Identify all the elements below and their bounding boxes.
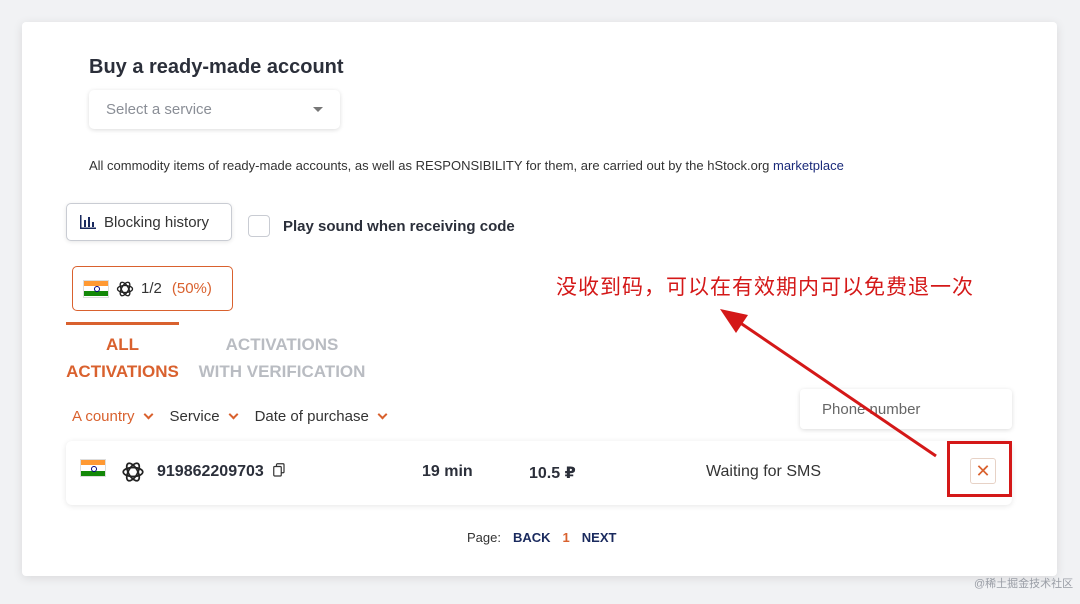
table-row: 919862209703 19 min 10.5 ₽ Waiting for S… xyxy=(66,441,1012,505)
copy-icon[interactable] xyxy=(273,463,285,477)
openai-icon xyxy=(116,281,134,296)
chevron-down-icon xyxy=(228,409,239,420)
stats-percent: (50%) xyxy=(171,280,212,297)
chevron-down-icon xyxy=(143,409,153,420)
filter-date-label: Date of purchase xyxy=(254,408,369,425)
filter-date-of-purchase[interactable]: Date of purchase xyxy=(254,408,388,425)
activation-phone-number: 919862209703 xyxy=(157,463,264,480)
blocking-history-button[interactable]: Blocking history xyxy=(66,203,232,241)
play-sound-checkbox[interactable] xyxy=(248,215,270,237)
bar-chart-icon xyxy=(80,215,96,229)
pagination-back[interactable]: BACK xyxy=(513,530,551,545)
tab-activations-with-verification[interactable]: ACTIVATIONS WITH VERIFICATION xyxy=(194,325,370,385)
tab-all-line1: ALL xyxy=(105,335,140,354)
filter-country-label: A country xyxy=(72,408,135,425)
disclaimer-text: All commodity items of ready-made accoun… xyxy=(89,158,773,173)
caret-down-icon xyxy=(313,107,323,112)
tab-ver-line2: WITH VERIFICATION xyxy=(198,362,366,381)
tab-ver-line1: ACTIVATIONS xyxy=(225,335,339,354)
filter-bar: A country Service Date of purchase xyxy=(72,408,388,425)
india-flag-icon xyxy=(83,279,109,298)
pagination-next[interactable]: NEXT xyxy=(582,530,617,545)
india-flag-icon xyxy=(80,459,106,477)
service-select[interactable]: Select a service xyxy=(89,90,340,129)
marketplace-link[interactable]: marketplace xyxy=(773,158,844,173)
annotation-highlight-box xyxy=(947,441,1012,497)
activation-status: Waiting for SMS xyxy=(706,463,821,480)
pagination-current[interactable]: 1 xyxy=(563,530,570,545)
tab-all-line2: ACTIVATIONS xyxy=(66,362,179,381)
stats-ratio: 1/2 xyxy=(141,280,162,297)
filter-service-label: Service xyxy=(169,408,220,425)
disclaimer: All commodity items of ready-made accoun… xyxy=(89,158,844,173)
play-sound-label[interactable]: Play sound when receiving code xyxy=(283,218,515,235)
blocking-history-label: Blocking history xyxy=(104,213,210,231)
chevron-down-icon xyxy=(377,409,388,420)
filter-country[interactable]: A country xyxy=(72,408,153,425)
activation-duration: 19 min xyxy=(422,463,473,480)
phone-number-input[interactable] xyxy=(800,389,1012,429)
openai-icon xyxy=(122,462,144,482)
tab-all-activations[interactable]: ALL ACTIVATIONS xyxy=(66,322,179,385)
pagination: Page: BACK 1 NEXT xyxy=(467,530,616,545)
country-stats-chip[interactable]: 1/2 (50%) xyxy=(72,266,233,311)
annotation-text: 没收到码，可以在有效期内可以免费退一次 xyxy=(556,276,974,299)
activation-price: 10.5 ₽ xyxy=(529,465,576,482)
service-select-placeholder: Select a service xyxy=(106,101,212,118)
pagination-label: Page: xyxy=(467,530,501,545)
watermark: @稀土掘金技术社区 xyxy=(974,578,1074,590)
page-title: Buy a ready-made account xyxy=(89,56,344,78)
filter-service[interactable]: Service xyxy=(169,408,239,425)
